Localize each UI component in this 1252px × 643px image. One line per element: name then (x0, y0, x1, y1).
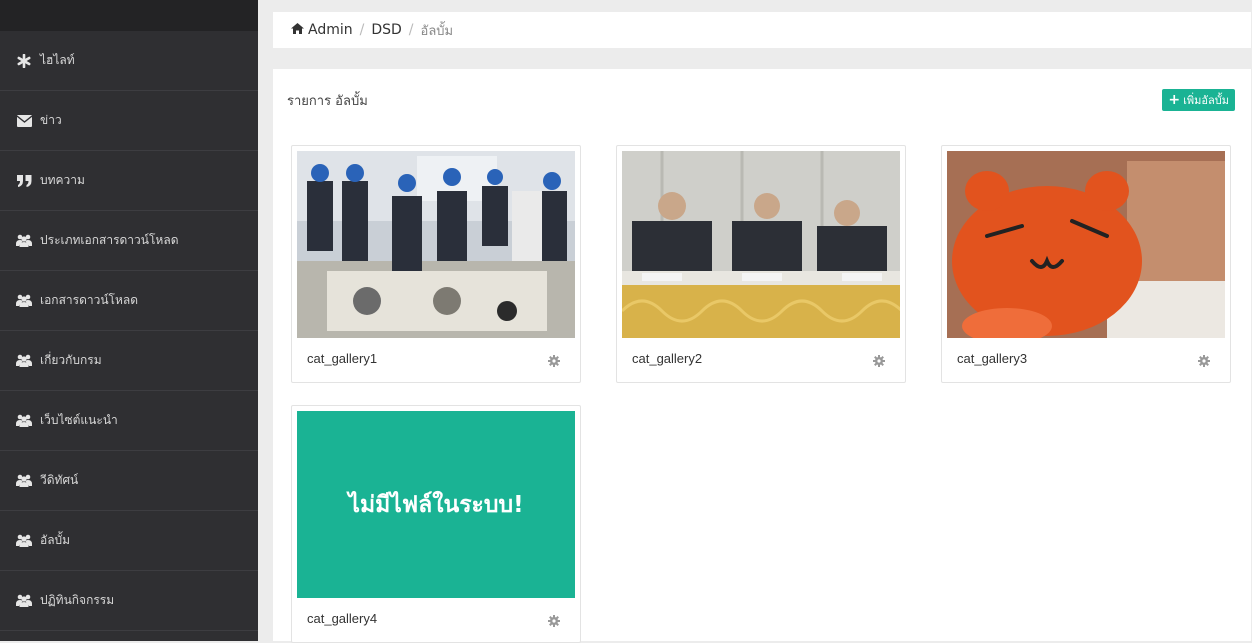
sidebar-item-about[interactable]: เกี่ยวกับกรม (0, 331, 258, 391)
sidebar-item-videos[interactable]: วีดิทัศน์ (0, 451, 258, 511)
album-name: cat_gallery2 (632, 351, 703, 366)
sidebar-item-recommended-sites[interactable]: เว็บไซต์แนะนำ (0, 391, 258, 451)
album-name: cat_gallery4 (307, 611, 378, 626)
users-icon (14, 474, 34, 487)
sidebar-item-label: เว็บไซต์แนะนำ (40, 413, 118, 427)
sidebar-item-label: บทความ (40, 173, 85, 187)
breadcrumb: Admin / DSD / อัลบั้ม (273, 12, 1251, 48)
users-icon (14, 234, 34, 247)
album-card[interactable]: cat_gallery1 (291, 145, 581, 383)
panel-header: รายการ อัลบั้ม + เพิ่มอัลบั้ม (273, 69, 1251, 131)
users-icon (14, 294, 34, 307)
gear-icon[interactable] (873, 352, 885, 371)
breadcrumb-current: อัลบั้ม (420, 23, 454, 39)
gear-icon[interactable] (548, 612, 560, 631)
sidebar-item-label: อัลบั้ม (40, 533, 71, 547)
album-card[interactable]: ไม่มีไฟล์ในระบบ! cat_gallery4 (291, 405, 581, 643)
users-icon (14, 534, 34, 547)
sidebar-item-label: ข่าว (40, 113, 62, 127)
sidebar-item-albums[interactable]: อัลบั้ม (0, 511, 258, 571)
album-list-panel: รายการ อัลบั้ม + เพิ่มอัลบั้ม cat_galler… (273, 69, 1251, 643)
no-file-placeholder: ไม่มีไฟล์ในระบบ! (297, 411, 575, 598)
sidebar-item-news[interactable]: ข่าว (0, 91, 258, 151)
breadcrumb-separator: / (408, 22, 414, 38)
sidebar-item-label: เอกสารดาวน์โหลด (40, 293, 139, 307)
users-icon (14, 414, 34, 427)
add-album-label: เพิ่มอัลบั้ม (1183, 94, 1229, 107)
add-album-button[interactable]: + เพิ่มอัลบั้ม (1162, 89, 1235, 111)
breadcrumb-admin-link[interactable]: Admin (308, 22, 353, 38)
asterisk-icon (14, 53, 34, 68)
gear-icon[interactable] (548, 352, 560, 371)
album-thumbnail[interactable]: ไม่มีไฟล์ในระบบ! (297, 411, 575, 598)
album-thumbnail[interactable] (947, 151, 1225, 338)
album-name: cat_gallery3 (957, 351, 1028, 366)
sidebar-item-label: เกี่ยวกับกรม (40, 353, 102, 367)
sidebar-item-download-categories[interactable]: ประเภทเอกสารดาวน์โหลด (0, 211, 258, 271)
sidebar-item-downloads[interactable]: เอกสารดาวน์โหลด (0, 271, 258, 331)
sidebar-item-articles[interactable]: บทความ (0, 151, 258, 211)
sidebar-item-calendar[interactable]: ปฏิทินกิจกรรม (0, 571, 258, 631)
sidebar-item-highlight[interactable]: ไฮไลท์ (0, 31, 258, 91)
album-card[interactable]: cat_gallery3 (941, 145, 1231, 383)
album-thumbnail[interactable] (622, 151, 900, 338)
gear-icon[interactable] (1198, 352, 1210, 371)
plus-icon: + (1168, 92, 1181, 108)
breadcrumb-separator: / (359, 22, 365, 38)
sidebar-header (0, 0, 258, 31)
users-icon (14, 594, 34, 607)
envelope-icon (14, 114, 34, 127)
home-icon (291, 22, 304, 38)
panel-title: รายการ อัลบั้ม (287, 93, 368, 109)
breadcrumb-dsd-link[interactable]: DSD (371, 22, 401, 38)
sidebar-item-label: วีดิทัศน์ (40, 473, 79, 487)
sidebar-item-label: ประเภทเอกสารดาวน์โหลด (40, 233, 179, 247)
sidebar-item-label: ไฮไลท์ (40, 53, 75, 67)
users-icon (14, 354, 34, 367)
quote-icon (14, 174, 34, 187)
sidebar: ไฮไลท์ ข่าว บทความ ประเภทเอกสารดาวน์โหลด… (0, 0, 258, 641)
sidebar-item-label: ปฏิทินกิจกรรม (40, 593, 115, 607)
album-thumbnail[interactable] (297, 151, 575, 338)
album-name: cat_gallery1 (307, 351, 378, 366)
album-card[interactable]: cat_gallery2 (616, 145, 906, 383)
